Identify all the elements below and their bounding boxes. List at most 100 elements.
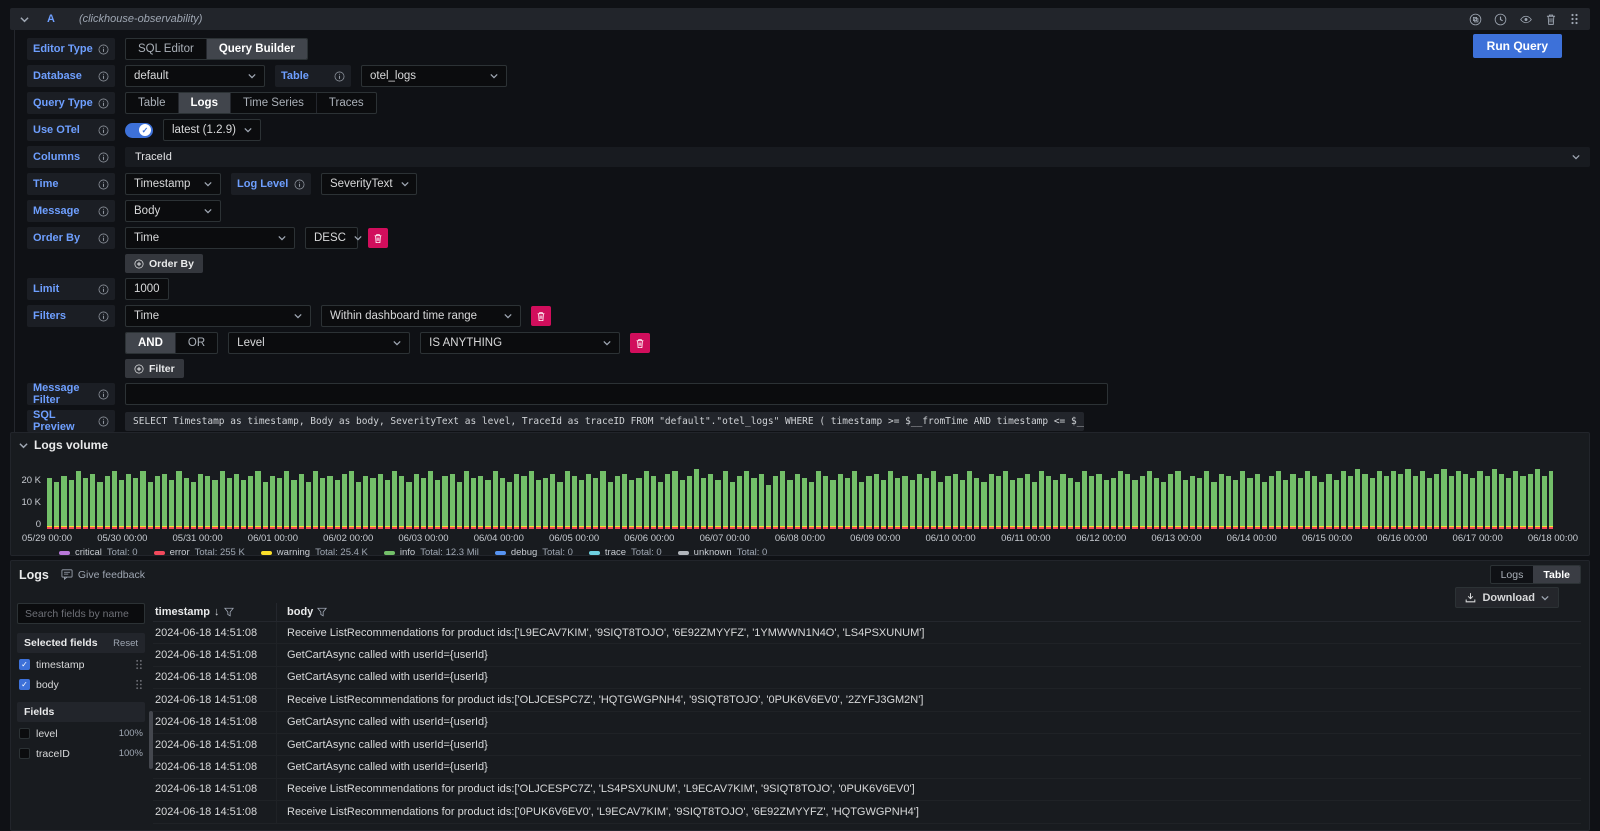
filter2-field-select[interactable]: Level xyxy=(228,332,410,354)
volume-bar xyxy=(1441,469,1446,529)
remove-order-by-button[interactable] xyxy=(368,228,388,248)
legend-item-critical[interactable]: criticalTotal: 0 xyxy=(59,547,138,558)
filter1-field-select[interactable]: Time xyxy=(125,305,311,327)
drag-handle-icon[interactable] xyxy=(135,679,143,690)
add-order-by-button[interactable]: Order By xyxy=(125,254,203,273)
legend-item-debug[interactable]: debugTotal: 0 xyxy=(495,547,573,558)
info-icon[interactable] xyxy=(98,152,109,163)
info-icon[interactable] xyxy=(98,98,109,109)
legend-item-error[interactable]: errorTotal: 255 K xyxy=(154,547,245,558)
sort-desc-icon[interactable]: ↓ xyxy=(214,606,220,618)
filter-funnel-icon[interactable] xyxy=(317,607,327,617)
operator-or[interactable]: OR xyxy=(176,333,217,353)
query-type-table[interactable]: Table xyxy=(126,93,179,113)
info-icon[interactable] xyxy=(98,284,109,295)
volume-bar xyxy=(169,480,174,529)
chevron-down-icon[interactable] xyxy=(19,441,28,450)
volume-bar xyxy=(1298,478,1303,529)
query-type-traces[interactable]: Traces xyxy=(317,93,376,113)
table-row[interactable]: 2024-06-18 14:51:08Receive ListRecommend… xyxy=(153,801,1581,823)
use-otel-toggle[interactable]: ✓ xyxy=(125,123,153,138)
info-icon[interactable] xyxy=(334,71,345,82)
table-row[interactable]: 2024-06-18 14:51:08GetCartAsync called w… xyxy=(153,667,1581,689)
volume-bar xyxy=(478,476,483,529)
table-row[interactable]: 2024-06-18 14:51:08GetCartAsync called w… xyxy=(153,734,1581,756)
drag-handle-icon[interactable] xyxy=(135,659,143,670)
otel-version-select[interactable]: latest (1.2.9) xyxy=(163,119,261,141)
filter1-value-select[interactable]: Within dashboard time range xyxy=(321,305,521,327)
history-icon[interactable] xyxy=(1494,13,1507,26)
legend-item-info[interactable]: infoTotal: 12.3 Mil xyxy=(384,547,479,558)
query-type-logs[interactable]: Logs xyxy=(179,93,231,113)
info-icon[interactable] xyxy=(98,206,109,217)
message-column-select[interactable]: Body xyxy=(125,200,221,222)
filter2-value-select[interactable]: IS ANYTHING xyxy=(420,332,620,354)
remove-filter1-button[interactable] xyxy=(531,306,551,326)
chart-plot-area[interactable]: 20 K 10 K 0 xyxy=(47,467,1553,529)
table-row[interactable]: 2024-06-18 14:51:08Receive ListRecommend… xyxy=(153,779,1581,801)
limit-input[interactable]: 1000 xyxy=(125,278,169,300)
body-column-header[interactable]: body xyxy=(287,606,313,618)
info-icon[interactable] xyxy=(98,416,109,427)
info-icon[interactable] xyxy=(98,71,109,82)
volume-bar xyxy=(1319,482,1324,529)
volume-bar xyxy=(234,474,239,529)
volume-bar xyxy=(54,482,59,529)
order-by-field-select[interactable]: Time xyxy=(125,227,295,249)
filters-label: Filters xyxy=(27,305,115,327)
table-row[interactable]: 2024-06-18 14:51:08Receive ListRecommend… xyxy=(153,622,1581,644)
remove-filter2-button[interactable] xyxy=(630,333,650,353)
table-row[interactable]: 2024-06-18 14:51:08GetCartAsync called w… xyxy=(153,756,1581,778)
volume-bar xyxy=(981,482,986,529)
query-row-header[interactable]: A (clickhouse-observability) xyxy=(10,8,1590,30)
columns-multiselect[interactable]: TraceId xyxy=(125,147,1590,167)
info-icon[interactable] xyxy=(98,179,109,190)
table-row[interactable]: 2024-06-18 14:51:08Receive ListRecommend… xyxy=(153,689,1581,711)
table-select[interactable]: otel_logs xyxy=(361,65,507,87)
reset-button[interactable]: Reset xyxy=(113,638,138,649)
table-row[interactable]: 2024-06-18 14:51:08GetCartAsync called w… xyxy=(153,644,1581,666)
checkbox-checked[interactable]: ✓ xyxy=(19,659,30,670)
volume-bar xyxy=(414,474,419,529)
legend-item-unknown[interactable]: unknownTotal: 0 xyxy=(678,547,768,558)
volume-bar xyxy=(471,478,476,529)
search-fields-input[interactable] xyxy=(17,603,145,624)
legend-item-trace[interactable]: traceTotal: 0 xyxy=(589,547,662,558)
eye-icon[interactable] xyxy=(1519,13,1533,26)
info-icon[interactable] xyxy=(98,125,109,136)
volume-bar xyxy=(1082,471,1087,529)
view-toggle-table[interactable]: Table xyxy=(1533,566,1580,583)
info-icon[interactable] xyxy=(98,44,109,55)
duplicate-icon[interactable] xyxy=(1469,13,1482,26)
drag-handle-icon[interactable] xyxy=(1569,13,1580,25)
editor-type-query-builder[interactable]: Query Builder xyxy=(207,39,307,59)
chevron-down-icon xyxy=(294,312,302,320)
operator-and[interactable]: AND xyxy=(126,333,176,353)
editor-type-sql-editor[interactable]: SQL Editor xyxy=(126,39,207,59)
view-toggle-logs[interactable]: Logs xyxy=(1491,566,1534,583)
volume-bar xyxy=(148,482,153,529)
run-query-button[interactable]: Run Query xyxy=(1473,34,1562,58)
info-icon[interactable] xyxy=(98,233,109,244)
database-select[interactable]: default xyxy=(125,65,265,87)
log-level-select[interactable]: SeverityText xyxy=(321,173,417,195)
query-type-time-series[interactable]: Time Series xyxy=(231,93,317,113)
time-column-select[interactable]: Timestamp xyxy=(125,173,221,195)
add-filter-button[interactable]: Filter xyxy=(125,359,184,378)
checkbox-unchecked[interactable] xyxy=(19,728,30,739)
timestamp-column-header[interactable]: timestamp xyxy=(155,606,210,618)
trash-icon[interactable] xyxy=(1545,13,1557,26)
info-icon[interactable] xyxy=(294,179,305,190)
table-row[interactable]: 2024-06-18 14:51:08GetCartAsync called w… xyxy=(153,712,1581,734)
info-icon[interactable] xyxy=(98,311,109,322)
give-feedback-link[interactable]: Give feedback xyxy=(61,569,145,581)
legend-item-warning[interactable]: warningTotal: 25.4 K xyxy=(261,547,368,558)
filter-funnel-icon[interactable] xyxy=(224,607,234,617)
chevron-down-icon[interactable] xyxy=(20,15,29,24)
checkbox-unchecked[interactable] xyxy=(19,748,30,759)
selected-field-timestamp: ✓timestamp xyxy=(17,656,145,673)
order-by-direction-select[interactable]: DESC xyxy=(305,227,358,249)
info-icon[interactable] xyxy=(98,389,109,400)
message-filter-input[interactable] xyxy=(125,383,1108,405)
checkbox-checked[interactable]: ✓ xyxy=(19,679,30,690)
